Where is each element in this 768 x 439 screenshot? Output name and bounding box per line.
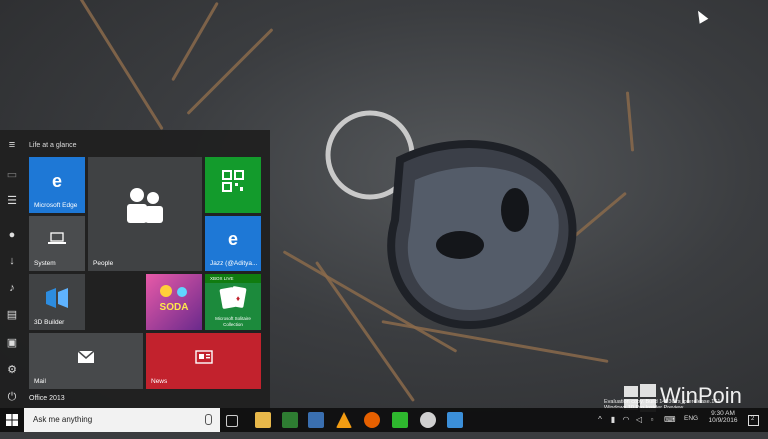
tile-microsoft-edge[interactable]: e Microsoft Edge: [29, 157, 85, 213]
owl-keychain-image: [325, 110, 577, 330]
itunes-icon[interactable]: [420, 412, 436, 428]
candy-crush-soda-icon: SODA: [160, 284, 189, 313]
watermark-text: WinPoin: [660, 383, 742, 408]
firefox-icon[interactable]: [364, 412, 380, 428]
task-view-icon[interactable]: [226, 415, 238, 427]
tile-jazz[interactable]: e Jazz (@Aditya...: [205, 216, 261, 271]
tile-system[interactable]: System: [29, 216, 85, 271]
pictures-icon[interactable]: ▣: [5, 336, 19, 350]
qr-code-icon: [222, 169, 244, 192]
tile-3d-builder[interactable]: 3D Builder: [29, 274, 85, 330]
tile-label: System: [34, 260, 56, 267]
clock[interactable]: 9:30 AM 10/9/2016: [706, 408, 740, 432]
battery-icon[interactable]: ▮: [608, 415, 618, 425]
power-icon[interactable]: ⏻: [5, 390, 19, 404]
taskbar: Ask me anything ^ ▮ ◠ ◁ ▫ ⌨ ENG 9:30 AM …: [0, 408, 768, 432]
tile-label: People: [93, 260, 114, 267]
xbox-live-banner: XBOX LIVE: [205, 274, 261, 283]
twig: [625, 91, 635, 152]
twig: [171, 1, 219, 82]
action-center-button[interactable]: 2: [746, 413, 760, 427]
tile-mail[interactable]: Mail: [29, 333, 143, 389]
microphone-icon[interactable]: [205, 414, 212, 425]
notification-count: 2: [751, 416, 755, 422]
clock-time: 9:30 AM: [711, 410, 735, 417]
store-icon[interactable]: [308, 412, 324, 428]
svg-text:♦: ♦: [236, 294, 240, 303]
clock-date: 10/9/2016: [708, 417, 738, 424]
tile-label: Mail: [34, 378, 46, 385]
app-icon[interactable]: [282, 412, 298, 428]
show-hidden-icons-icon[interactable]: ^: [595, 415, 605, 425]
mouse-cursor: [693, 8, 709, 24]
documents-icon[interactable]: ▤: [5, 308, 19, 322]
start-rail: ≡ ▭ ☰ ● ↓ ♪ ▤ ▣ ⚙ ⏻: [0, 130, 24, 408]
music-icon[interactable]: ♪: [5, 281, 19, 295]
downloads-icon[interactable]: ↓: [5, 254, 19, 268]
tile-qr-code[interactable]: [205, 157, 261, 213]
svg-text:e: e: [52, 171, 62, 191]
group-header-office: Office 2013: [29, 395, 65, 402]
svg-text:e: e: [228, 229, 238, 249]
app-icon-2[interactable]: [447, 412, 463, 428]
svg-text:SODA: SODA: [160, 302, 189, 313]
user-avatar[interactable]: ●: [5, 228, 19, 242]
file-explorer-icon[interactable]: [255, 412, 271, 428]
hamburger-menu-icon[interactable]: ≡: [5, 138, 19, 152]
cortana-search-box[interactable]: Ask me anything: [24, 408, 220, 432]
tile-news[interactable]: News: [146, 333, 261, 389]
tile-subtext: Microsoft Solitaire Collection: [215, 316, 251, 327]
solitaire-icon: ♦: [219, 286, 247, 309]
laptop-icon: [48, 232, 66, 245]
tablet-icon[interactable]: ▭: [5, 168, 19, 182]
volume-icon[interactable]: ◁: [634, 415, 644, 425]
twig: [76, 0, 164, 131]
tile-label: News: [151, 378, 168, 385]
settings-gear-icon[interactable]: ⚙: [5, 363, 19, 377]
vlc-icon[interactable]: [336, 412, 352, 428]
tile-label: Microsoft Edge: [34, 202, 78, 209]
all-apps-icon[interactable]: ☰: [5, 194, 19, 208]
input-icon[interactable]: ⌨: [664, 415, 676, 425]
people-icon: [127, 187, 163, 223]
twig: [186, 28, 274, 115]
tile-microsoft-solitaire[interactable]: XBOX LIVE ♦ Microsoft Solitaire Collecti…: [205, 274, 261, 330]
tile-label: 3D Builder: [34, 319, 65, 326]
action-icon[interactable]: ▫: [647, 415, 657, 425]
edge-icon: e: [52, 171, 62, 191]
3d-builder-icon: [46, 287, 68, 308]
mail-icon: [77, 349, 95, 363]
tile-people[interactable]: People: [88, 157, 202, 271]
search-placeholder: Ask me anything: [33, 415, 93, 424]
language-indicator[interactable]: ENG: [684, 415, 698, 439]
start-menu: ≡ ▭ ☰ ● ↓ ♪ ▤ ▣ ⚙ ⏻ Life at a glance e M…: [0, 130, 270, 408]
windows-logo-icon: [6, 414, 18, 426]
start-button[interactable]: [0, 408, 24, 432]
line-icon[interactable]: [392, 412, 408, 428]
edge-icon: e: [228, 229, 238, 249]
group-header: Life at a glance: [29, 142, 77, 149]
tile-label: Jazz (@Aditya...: [210, 260, 258, 267]
news-icon: [194, 349, 213, 364]
tile-candy-crush-soda[interactable]: SODA: [146, 274, 202, 330]
wifi-icon[interactable]: ◠: [621, 415, 631, 425]
